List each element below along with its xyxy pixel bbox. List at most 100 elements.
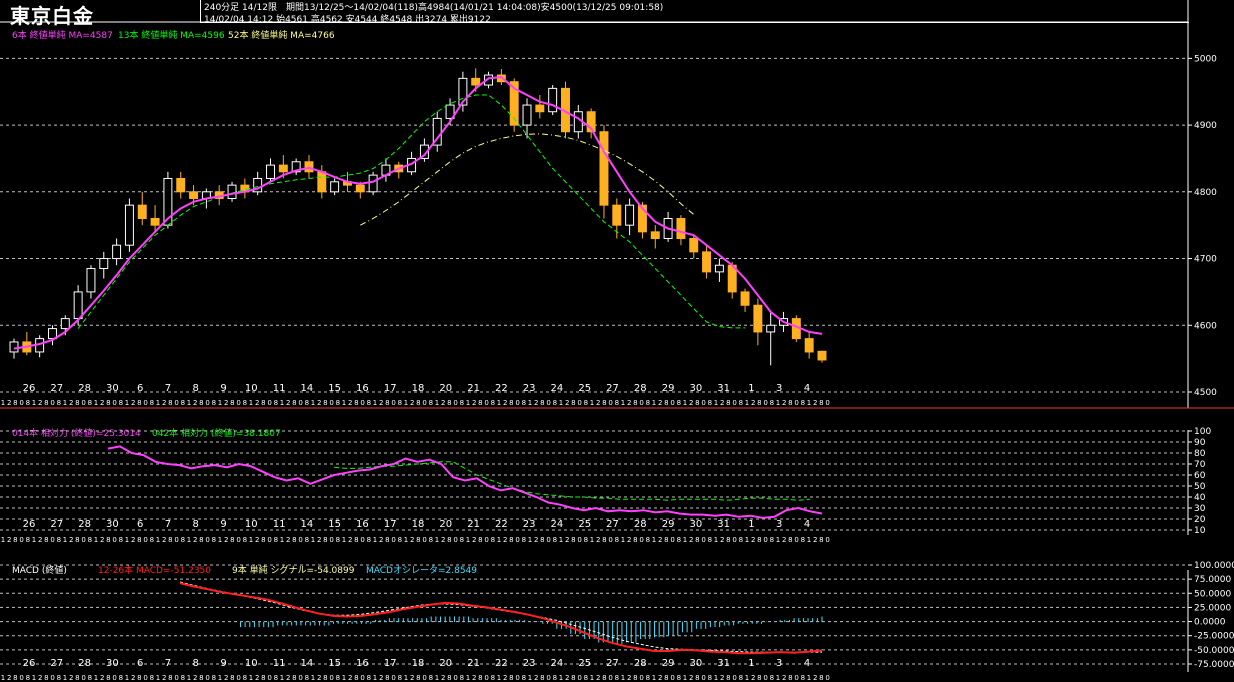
- candle-body: [317, 171, 327, 193]
- macd-date-label: 17: [384, 658, 397, 669]
- price-session-label: 8: [757, 399, 761, 407]
- rsi-session-label: 8: [708, 536, 712, 544]
- macd-session-label: 2: [782, 674, 786, 682]
- macd-session-label: 0: [19, 674, 23, 682]
- macd-session-label: 8: [615, 674, 619, 682]
- candle-body: [535, 104, 545, 113]
- candle-body: [99, 258, 109, 270]
- macd-session-label: 8: [243, 674, 247, 682]
- rsi-session-label: 1: [373, 536, 377, 544]
- rsi-session-label: 2: [131, 536, 135, 544]
- price-session-label: 1: [218, 399, 222, 407]
- rsi-session-label: 1: [342, 536, 346, 544]
- rsi-tick-label: 90: [1194, 438, 1206, 448]
- rsi-session-label: 0: [608, 536, 612, 544]
- rsi-session-label: 1: [528, 536, 532, 544]
- price-session-label: 8: [305, 399, 309, 407]
- price-session-label: 2: [441, 399, 445, 407]
- rsi-session-label: 8: [385, 536, 389, 544]
- rsi-session-label: 1: [776, 536, 780, 544]
- rsi-date-label: 29: [662, 519, 675, 530]
- macd-session-label: 2: [7, 674, 11, 682]
- rsi-session-label: 8: [199, 536, 203, 544]
- macd-session-label: 1: [497, 674, 501, 682]
- rsi-session-label: 0: [794, 536, 798, 544]
- price-session-label: 2: [658, 399, 662, 407]
- rsi-session-label: 0: [391, 536, 395, 544]
- price-session-label: 2: [410, 399, 414, 407]
- macd-session-label: 8: [801, 674, 805, 682]
- rsi-date-label: 31: [717, 519, 730, 530]
- price-session-label: 8: [770, 399, 774, 407]
- macd-session-label: 1: [280, 674, 284, 682]
- macd-session-label: 0: [267, 674, 271, 682]
- rsi-session-label: 0: [236, 536, 240, 544]
- macd-tick-label: 50.0000: [1194, 589, 1231, 599]
- macd-session-label: 1: [745, 674, 749, 682]
- price-date-label: 28: [634, 383, 647, 394]
- price-date-label: 14: [300, 383, 313, 394]
- price-session-label: 0: [484, 399, 488, 407]
- macd-session-label: 8: [522, 674, 526, 682]
- macd-session-label: 8: [602, 674, 606, 682]
- price-session-label: 0: [267, 399, 271, 407]
- price-session-label: 8: [801, 399, 805, 407]
- macd-session-label: 8: [57, 674, 61, 682]
- candle-body: [189, 191, 199, 199]
- macd-session-label: 8: [757, 674, 761, 682]
- price-session-label: 2: [131, 399, 135, 407]
- rsi-session-label: 8: [602, 536, 606, 544]
- macd-session-label: 0: [112, 674, 116, 682]
- rsi-session-label: 2: [503, 536, 507, 544]
- macd-date-label: 29: [662, 658, 675, 669]
- price-session-label: 0: [763, 399, 767, 407]
- rsi-session-label: 0: [112, 536, 116, 544]
- price-tick-label: 4800: [1194, 188, 1217, 198]
- rsi-session-label: 8: [119, 536, 123, 544]
- rsi-session-label: 8: [739, 536, 743, 544]
- price-session-label: 1: [745, 399, 749, 407]
- price-session-label: 8: [119, 399, 123, 407]
- price-session-label: 0: [391, 399, 395, 407]
- candle-body: [124, 204, 134, 246]
- price-session-label: 1: [249, 399, 253, 407]
- candle-body: [150, 218, 160, 226]
- price-session-label: 0: [329, 399, 333, 407]
- rsi-session-label: 1: [714, 536, 718, 544]
- rsi-session-label: 8: [447, 536, 451, 544]
- rsi-session-label: 1: [652, 536, 656, 544]
- price-date-label: 27: [50, 383, 63, 394]
- macd-session-label: 2: [162, 674, 166, 682]
- price-session-label: 2: [627, 399, 631, 407]
- rsi-session-label: 0: [360, 536, 364, 544]
- price-session-label: 8: [646, 399, 650, 407]
- macd-session-label: 8: [274, 674, 278, 682]
- rsi-tick-label: 70: [1194, 460, 1206, 470]
- macd-date-label: 9: [220, 658, 226, 669]
- macd-session-label: 8: [336, 674, 340, 682]
- macd-session-label: 2: [596, 674, 600, 682]
- rsi-session-label: 8: [168, 536, 172, 544]
- macd-session-label: 2: [503, 674, 507, 682]
- candle-body: [817, 350, 827, 361]
- price-session-label: 8: [88, 399, 92, 407]
- candle-body: [330, 181, 340, 193]
- price-session-label: 1: [776, 399, 780, 407]
- macd-date-label: 18: [412, 658, 425, 669]
- macd-session-label: 2: [534, 674, 538, 682]
- rsi-session-label: 2: [348, 536, 352, 544]
- price-session-label: 8: [336, 399, 340, 407]
- price-session-label: 2: [224, 399, 228, 407]
- macd-session-label: 2: [255, 674, 259, 682]
- signal-line: [179, 581, 822, 653]
- rsi-session-label: 2: [627, 536, 631, 544]
- price-session-label: 8: [168, 399, 172, 407]
- rsi-date-label: 15: [328, 519, 341, 530]
- rsi-tick-label: 100: [1194, 427, 1211, 437]
- macd-session-label: 8: [385, 674, 389, 682]
- macd-date-label: 10: [245, 658, 258, 669]
- macd-session-label: 1: [559, 674, 563, 682]
- rsi-session-label: 0: [484, 536, 488, 544]
- rsi-session-label: 0: [329, 536, 333, 544]
- price-session-label: 8: [739, 399, 743, 407]
